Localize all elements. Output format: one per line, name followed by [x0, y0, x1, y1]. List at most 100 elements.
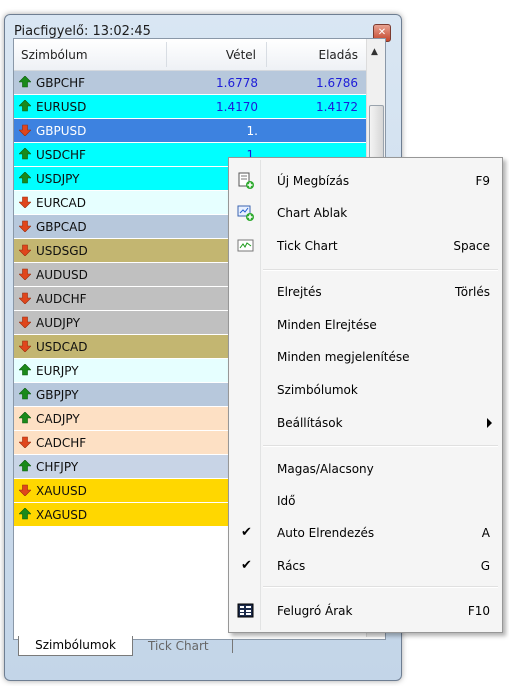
checkmark-icon: ✔ — [241, 558, 252, 573]
table-header: Szimbólum Vétel Eladás — [14, 39, 366, 71]
column-header-bid[interactable]: Vétel — [226, 48, 256, 62]
menu-item-symbols[interactable]: Szimbólumok — [231, 377, 500, 403]
menu-item-shortcut: G — [480, 559, 490, 573]
symbol-name: GBPUSD — [36, 124, 87, 138]
arrow-down-icon — [18, 316, 32, 329]
symbol-name: EURJPY — [36, 364, 79, 378]
menu-item-grid[interactable]: ✔ Rács G — [231, 553, 500, 579]
symbol-name: XAGUSD — [36, 508, 88, 522]
symbol-name: CHFJPY — [36, 460, 79, 474]
arrow-up-icon — [18, 507, 32, 520]
popup-prices-icon — [237, 602, 255, 620]
symbol-name: GBPCHF — [36, 76, 86, 90]
context-menu: Új Megbízás F9 Chart Ablak Tick Chart Space E… — [228, 157, 503, 633]
menu-item-label: Felugró Árak — [277, 604, 353, 618]
ask-price: 1.4172 — [316, 100, 358, 114]
arrow-up-icon — [18, 147, 32, 160]
menu-item-label: Auto Elrendezés — [277, 526, 375, 540]
arrow-up-icon — [18, 99, 32, 112]
column-header-symbol[interactable]: Szimbólum — [21, 48, 88, 62]
menu-item-label: Magas/Alacsony — [277, 462, 374, 476]
menu-item-label: Új Megbízás — [277, 174, 350, 188]
menu-item-label: Rács — [277, 559, 306, 573]
arrow-down-icon — [18, 268, 32, 281]
table-row[interactable]: GBPCHF 1.6778 1.6786 — [14, 71, 366, 95]
menu-item-hide-all[interactable]: Minden Elrejtése — [231, 312, 500, 338]
table-row[interactable]: GBPUSD 1. — [14, 119, 366, 143]
menu-separator — [263, 269, 498, 271]
menu-item-auto-arrange[interactable]: ✔ Auto Elrendezés A — [231, 520, 500, 546]
symbol-name: XAUUSD — [36, 484, 87, 498]
symbol-name: GBPCAD — [36, 220, 87, 234]
menu-item-label: Beállítások — [277, 416, 343, 430]
arrow-down-icon — [18, 244, 32, 257]
symbol-name: USDCHF — [36, 148, 86, 162]
symbol-name: USDJPY — [36, 172, 80, 186]
menu-item-label: Elrejtés — [277, 285, 322, 299]
symbol-name: CADCHF — [36, 436, 87, 450]
tick-chart-icon — [237, 237, 255, 255]
menu-item-shortcut: A — [481, 526, 490, 540]
new-order-icon — [237, 172, 255, 190]
menu-item-shortcut: F10 — [467, 604, 490, 618]
window-title: Piacfigyelő: 13:02:45 — [14, 24, 151, 39]
symbol-name: EURCAD — [36, 196, 86, 210]
menu-item-high-low[interactable]: Magas/Alacsony — [231, 456, 500, 482]
menu-item-show-all[interactable]: Minden megjelenítése — [231, 344, 500, 370]
menu-item-popup-prices[interactable]: Felugró Árak F10 — [231, 598, 500, 624]
bid-price: 1. — [246, 124, 258, 138]
menu-item-shortcut: F9 — [475, 174, 490, 188]
menu-item-label: Tick Chart — [277, 239, 338, 253]
arrow-down-icon — [18, 436, 32, 449]
menu-item-time[interactable]: Idő — [231, 488, 500, 514]
bid-price: 1.6778 — [216, 76, 258, 90]
symbol-name: AUDUSD — [36, 268, 88, 282]
arrow-down-icon — [18, 124, 32, 137]
symbol-name: USDSGD — [36, 244, 88, 258]
menu-item-shortcut: Space — [453, 239, 490, 253]
menu-item-label: Minden Elrejtése — [277, 318, 377, 332]
symbol-name: USDCAD — [36, 340, 88, 354]
arrow-down-icon — [18, 484, 32, 497]
symbol-name: AUDJPY — [36, 316, 81, 330]
symbol-name: CADJPY — [36, 412, 80, 426]
menu-separator — [263, 586, 498, 588]
arrow-up-icon — [18, 411, 32, 424]
arrow-up-icon — [18, 363, 32, 376]
menu-item-new-order[interactable]: Új Megbízás F9 — [231, 168, 500, 194]
scroll-up-icon[interactable]: ▲ — [371, 47, 378, 57]
symbol-name: EURUSD — [36, 100, 87, 114]
arrow-down-icon — [18, 196, 32, 209]
arrow-down-icon — [18, 292, 32, 305]
arrow-up-icon — [18, 459, 32, 472]
menu-item-chart-window[interactable]: Chart Ablak — [231, 200, 500, 226]
column-header-ask[interactable]: Eladás — [319, 48, 359, 62]
menu-item-shortcut: Törlés — [454, 285, 490, 299]
menu-item-label: Idő — [277, 494, 296, 508]
arrow-down-icon — [18, 340, 32, 353]
scroll-thumb[interactable] — [369, 105, 384, 159]
ask-price: 1.6786 — [316, 76, 358, 90]
tab-divider — [232, 639, 233, 653]
chart-window-icon — [237, 204, 255, 222]
menu-item-label: Minden megjelenítése — [277, 350, 410, 364]
menu-item-label: Szimbólumok — [277, 383, 358, 397]
menu-separator — [263, 445, 498, 447]
bid-price: 1.4170 — [216, 100, 258, 114]
tab-tick-chart[interactable]: Tick Chart — [148, 639, 209, 653]
arrow-up-icon — [18, 171, 32, 184]
symbol-name: GBPJPY — [36, 388, 79, 402]
arrow-up-icon — [18, 75, 32, 88]
menu-item-tick-chart[interactable]: Tick Chart Space — [231, 233, 500, 259]
menu-item-settings[interactable]: Beállítások — [231, 410, 500, 436]
table-row[interactable]: EURUSD 1.4170 1.4172 — [14, 95, 366, 119]
submenu-arrow-icon — [487, 418, 492, 428]
checkmark-icon: ✔ — [241, 525, 252, 540]
menu-item-label: Chart Ablak — [277, 206, 348, 220]
tab-symbols[interactable]: Szimbólumok — [18, 636, 133, 656]
menu-item-hide[interactable]: Elrejtés Törlés — [231, 279, 500, 305]
arrow-down-icon — [18, 220, 32, 233]
bottom-tabs: Szimbólumok Tick Chart — [15, 636, 385, 658]
arrow-up-icon — [18, 387, 32, 400]
symbol-name: AUDCHF — [36, 292, 87, 306]
